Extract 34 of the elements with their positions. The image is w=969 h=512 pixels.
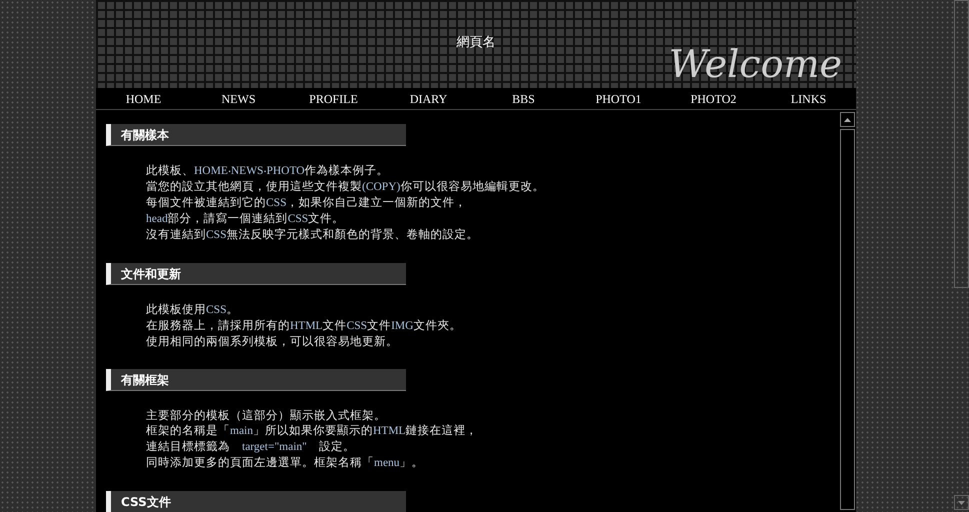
nav-link[interactable]: PHOTO1 <box>596 92 642 106</box>
up-arrow-icon <box>844 118 850 122</box>
welcome-title: Welcome <box>668 42 842 86</box>
nav-link[interactable]: PHOTO2 <box>690 92 736 106</box>
page-scrollbar[interactable] <box>953 0 969 512</box>
nav-link[interactable]: NEWS <box>222 92 256 106</box>
scroll-down-button[interactable] <box>954 495 968 510</box>
text-line: 此模板使用CSS。 <box>146 302 238 318</box>
section-heading: 有關樣本 <box>106 124 406 146</box>
section-heading: CSS文件 <box>106 491 406 512</box>
text-line: 同時添加更多的頁面左邊選單。框架名稱「menu」。 <box>146 455 424 471</box>
page-scroll-thumb[interactable] <box>954 0 968 288</box>
text-line: 在服務器上，請採用所有的HTML文件CSS文件IMG文件夾。 <box>146 318 462 334</box>
text-line: head部分，請寫一個連結到CSS文件。 <box>146 211 344 227</box>
nav-link[interactable]: BBS <box>512 92 535 106</box>
text-line: 主要部分的模板（這部分）顯示嵌入式框架。 <box>146 408 386 423</box>
nav-link[interactable]: DIARY <box>410 92 448 106</box>
text-line: 當您的設立其他網頁，使用這些文件複製(COPY)你可以很容易地編輯更改。 <box>146 179 544 195</box>
text-line: 每個文件被連結到它的CSS，如果你自己建立一個新的文件， <box>146 195 466 211</box>
text-line: 連結目標標籤為 target="main" 設定。 <box>146 439 355 455</box>
text-line: 沒有連結到CSS無法反映字元樣式和顏色的背景、卷軸的設定。 <box>146 227 478 243</box>
text-line: 框架的名稱是「main」所以如果你要顯示的HTML鏈接在這裡， <box>146 423 478 439</box>
scroll-thumb[interactable] <box>840 129 854 510</box>
site-name: 網頁名 <box>456 34 496 52</box>
scrollbar[interactable] <box>838 110 856 512</box>
scroll-up-button[interactable] <box>840 112 854 127</box>
text-line: 使用相同的兩個系列模板，可以很容易地更新。 <box>146 334 398 349</box>
text-line: 此模板、HOME‧NEWS‧PHOTO作為樣本例子。 <box>146 163 389 179</box>
nav-link[interactable]: LINKS <box>790 92 826 106</box>
section-heading: 有關框架 <box>106 369 406 391</box>
section-heading: 文件和更新 <box>106 263 406 285</box>
nav-link[interactable]: HOME <box>126 92 162 106</box>
nav-link[interactable]: PROFILE <box>309 92 358 106</box>
down-arrow-icon <box>958 500 964 504</box>
